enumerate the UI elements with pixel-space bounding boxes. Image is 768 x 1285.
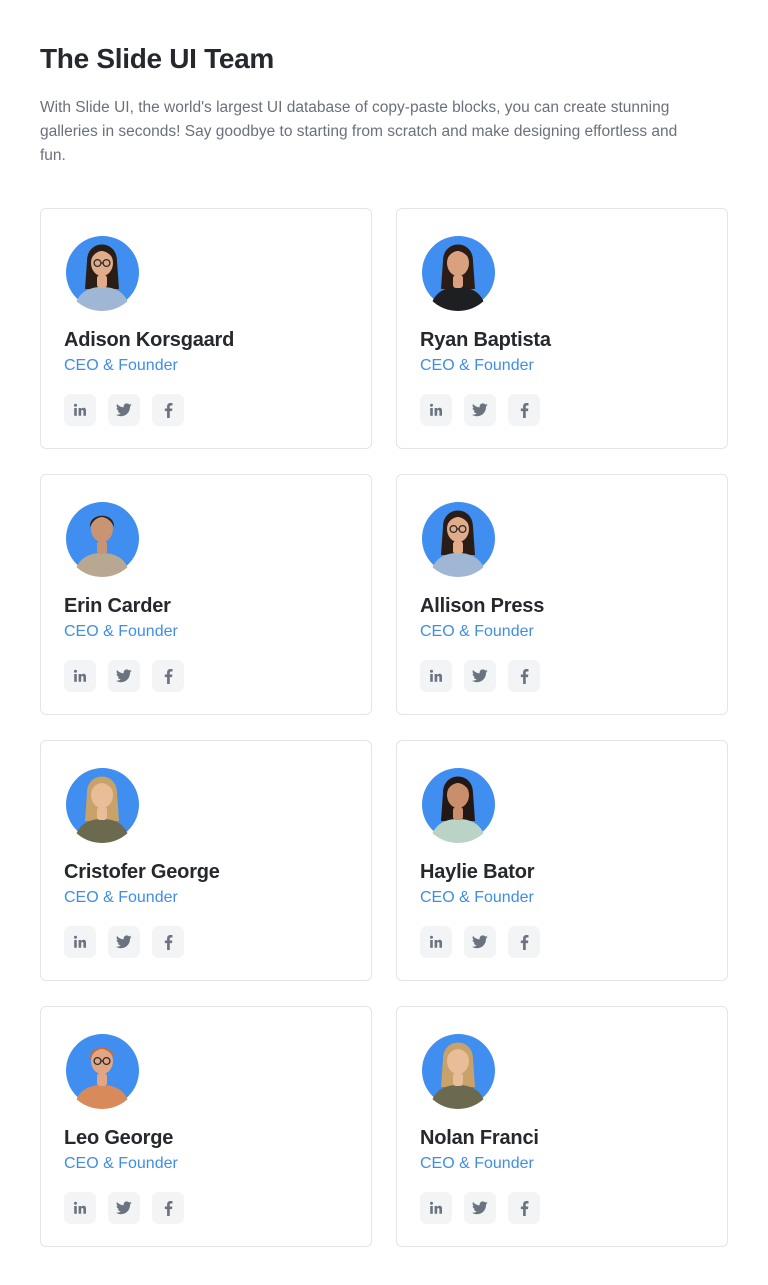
avatar [64, 231, 140, 311]
linkedin-button[interactable] [64, 660, 96, 692]
member-name: Cristofer George [64, 861, 220, 883]
linkedin-icon [73, 669, 87, 683]
facebook-button[interactable] [152, 394, 184, 426]
member-name: Ryan Baptista [420, 329, 551, 351]
facebook-icon [164, 402, 173, 418]
facebook-icon [164, 934, 173, 950]
twitter-icon [472, 1201, 488, 1215]
avatar [64, 763, 140, 843]
facebook-button[interactable] [508, 1192, 540, 1224]
team-member-card: Leo George CEO & Founder [40, 1006, 372, 1247]
team-member-card: Cristofer George CEO & Founder [40, 740, 372, 981]
team-member-card: Adison Korsgaard CEO & Founder [40, 208, 372, 449]
member-name: Nolan Franci [420, 1127, 539, 1149]
linkedin-button[interactable] [420, 394, 452, 426]
member-name: Haylie Bator [420, 861, 535, 883]
page-description: With Slide UI, the world's largest UI da… [40, 99, 678, 164]
team-section: The Slide UI Team With Slide UI, the wor… [0, 0, 768, 1285]
social-links [420, 660, 704, 692]
facebook-icon [164, 1200, 173, 1216]
linkedin-button[interactable] [64, 394, 96, 426]
linkedin-button[interactable] [420, 926, 452, 958]
member-name: Allison Press [420, 595, 545, 617]
facebook-icon [520, 402, 529, 418]
team-member-card: Haylie Bator CEO & Founder [396, 740, 728, 981]
facebook-button[interactable] [508, 660, 540, 692]
facebook-button[interactable] [508, 926, 540, 958]
social-links [64, 660, 348, 692]
page-title: The Slide UI Team [40, 43, 274, 74]
member-name: Leo George [64, 1127, 174, 1149]
linkedin-button[interactable] [64, 1192, 96, 1224]
member-role: CEO & Founder [420, 1155, 534, 1172]
avatar [420, 231, 496, 311]
facebook-icon [520, 668, 529, 684]
social-links [64, 394, 348, 426]
twitter-icon [116, 935, 132, 949]
facebook-button[interactable] [508, 394, 540, 426]
twitter-button[interactable] [464, 660, 496, 692]
facebook-icon [520, 1200, 529, 1216]
twitter-icon [472, 935, 488, 949]
social-links [64, 1192, 348, 1224]
linkedin-icon [73, 403, 87, 417]
twitter-icon [472, 403, 488, 417]
member-role: CEO & Founder [64, 623, 178, 640]
linkedin-icon [429, 935, 443, 949]
team-member-card: Ryan Baptista CEO & Founder [396, 208, 728, 449]
avatar [420, 763, 496, 843]
linkedin-icon [73, 1201, 87, 1215]
team-member-card: Allison Press CEO & Founder [396, 474, 728, 715]
member-role: CEO & Founder [64, 357, 178, 374]
facebook-button[interactable] [152, 1192, 184, 1224]
twitter-icon [116, 669, 132, 683]
twitter-icon [472, 669, 488, 683]
avatar [64, 1029, 140, 1109]
linkedin-button[interactable] [420, 1192, 452, 1224]
twitter-button[interactable] [464, 1192, 496, 1224]
social-links [64, 926, 348, 958]
team-member-card: Erin Carder CEO & Founder [40, 474, 372, 715]
linkedin-button[interactable] [64, 926, 96, 958]
twitter-button[interactable] [108, 660, 140, 692]
member-role: CEO & Founder [420, 357, 534, 374]
member-role: CEO & Founder [420, 623, 534, 640]
avatar [420, 1029, 496, 1109]
facebook-button[interactable] [152, 926, 184, 958]
team-member-card: Nolan Franci CEO & Founder [396, 1006, 728, 1247]
twitter-button[interactable] [464, 926, 496, 958]
facebook-icon [164, 668, 173, 684]
linkedin-icon [429, 669, 443, 683]
social-links [420, 1192, 704, 1224]
social-links [420, 926, 704, 958]
member-name: Erin Carder [64, 595, 171, 617]
member-role: CEO & Founder [64, 1155, 178, 1172]
member-role: CEO & Founder [64, 889, 178, 906]
avatar [64, 497, 140, 577]
member-role: CEO & Founder [420, 889, 534, 906]
twitter-button[interactable] [108, 1192, 140, 1224]
linkedin-icon [429, 1201, 443, 1215]
twitter-icon [116, 1201, 132, 1215]
facebook-button[interactable] [152, 660, 184, 692]
linkedin-icon [73, 935, 87, 949]
twitter-button[interactable] [108, 394, 140, 426]
twitter-button[interactable] [108, 926, 140, 958]
avatar [420, 497, 496, 577]
team-grid: Adison Korsgaard CEO & Founder Ryan Bapt… [40, 208, 728, 1247]
member-name: Adison Korsgaard [64, 329, 235, 351]
linkedin-icon [429, 403, 443, 417]
twitter-button[interactable] [464, 394, 496, 426]
social-links [420, 394, 704, 426]
facebook-icon [520, 934, 529, 950]
linkedin-button[interactable] [420, 660, 452, 692]
twitter-icon [116, 403, 132, 417]
